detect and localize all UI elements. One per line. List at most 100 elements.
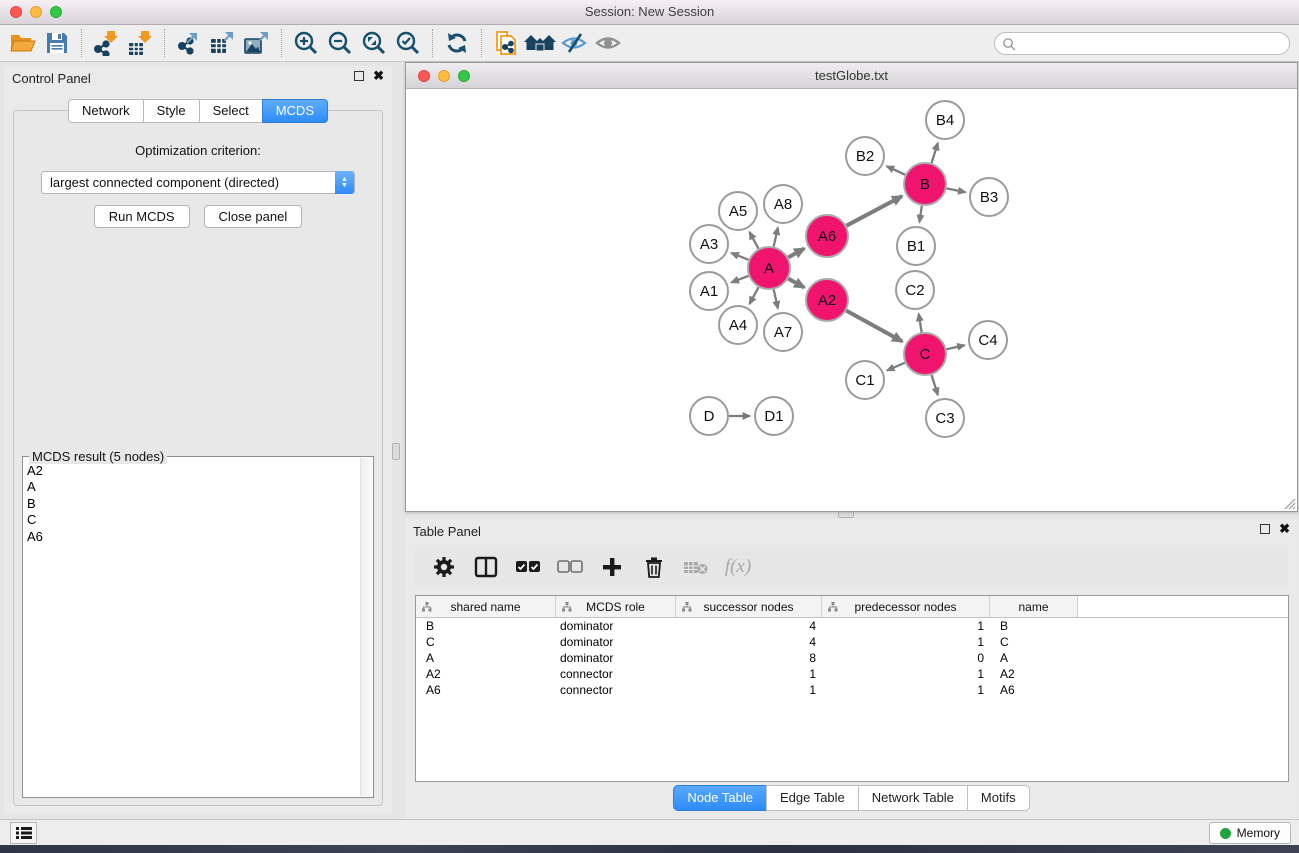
list-item[interactable]: A6 bbox=[27, 529, 359, 545]
close-panel-button[interactable]: Close panel bbox=[204, 205, 303, 228]
cell-predecessor-nodes[interactable]: 1 bbox=[822, 683, 990, 697]
graph-edge[interactable] bbox=[749, 287, 758, 304]
cell-shared-name[interactable]: B bbox=[416, 619, 556, 633]
cell-predecessor-nodes[interactable]: 1 bbox=[822, 619, 990, 633]
column-header-name[interactable]: name bbox=[990, 596, 1078, 617]
graph-node[interactable]: C1 bbox=[846, 361, 884, 399]
cell-mcds-role[interactable]: connector bbox=[556, 683, 676, 697]
graph-edge[interactable] bbox=[774, 289, 778, 308]
refresh-button[interactable] bbox=[440, 28, 474, 58]
graph-edge[interactable] bbox=[788, 279, 804, 288]
cell-name[interactable]: A6 bbox=[990, 683, 1078, 697]
graph-edge[interactable] bbox=[887, 166, 905, 175]
show-graphics-details-button[interactable] bbox=[591, 28, 625, 58]
export-table-button[interactable] bbox=[206, 28, 240, 58]
cell-predecessor-nodes[interactable]: 0 bbox=[822, 651, 990, 665]
zoom-selected-button[interactable] bbox=[391, 28, 425, 58]
search-input[interactable] bbox=[1020, 37, 1270, 51]
tab-network[interactable]: Network bbox=[68, 99, 144, 123]
graph-node[interactable]: B2 bbox=[846, 137, 884, 175]
graph-edge[interactable] bbox=[919, 206, 921, 222]
column-header-shared-name[interactable]: shared name bbox=[416, 596, 556, 617]
graph-node[interactable]: B3 bbox=[970, 178, 1008, 216]
graph-node[interactable]: A2 bbox=[806, 279, 848, 321]
graph-node[interactable]: C2 bbox=[896, 271, 934, 309]
criterion-dropdown[interactable]: largest connected component (directed) ▲… bbox=[41, 171, 355, 194]
tab-motifs[interactable]: Motifs bbox=[967, 785, 1030, 811]
close-panel-icon[interactable]: ✖ bbox=[1279, 524, 1290, 534]
graph-node[interactable]: B4 bbox=[926, 101, 964, 139]
cell-predecessor-nodes[interactable]: 1 bbox=[822, 667, 990, 681]
zoom-out-button[interactable] bbox=[323, 28, 357, 58]
cell-shared-name[interactable]: A2 bbox=[416, 667, 556, 681]
graph-edge[interactable] bbox=[846, 196, 902, 226]
graph-node[interactable]: C bbox=[904, 333, 946, 375]
list-item[interactable]: B bbox=[27, 496, 359, 512]
search-field[interactable] bbox=[994, 32, 1290, 55]
network-canvas[interactable]: B4B2BB3A5A8A6B1A3AA1C2A2A4A7C4CC1C3DD1 bbox=[406, 89, 1297, 511]
graph-node[interactable]: A5 bbox=[719, 192, 757, 230]
graph-edge[interactable] bbox=[932, 143, 938, 163]
zoom-fit-button[interactable] bbox=[357, 28, 391, 58]
cell-mcds-role[interactable]: dominator bbox=[556, 651, 676, 665]
graph-node[interactable]: D1 bbox=[755, 397, 793, 435]
cell-mcds-role[interactable]: connector bbox=[556, 667, 676, 681]
zoom-in-button[interactable] bbox=[289, 28, 323, 58]
open-session-button[interactable] bbox=[6, 28, 40, 58]
cell-name[interactable]: C bbox=[990, 635, 1078, 649]
scrollbar-track[interactable] bbox=[360, 458, 372, 796]
export-network-button[interactable] bbox=[172, 28, 206, 58]
cell-successor-nodes[interactable]: 1 bbox=[676, 683, 822, 697]
graph-node[interactable]: B1 bbox=[897, 227, 935, 265]
tab-select[interactable]: Select bbox=[199, 99, 263, 123]
cell-name[interactable]: B bbox=[990, 619, 1078, 633]
run-mcds-button[interactable]: Run MCDS bbox=[94, 205, 190, 228]
cell-name[interactable]: A bbox=[990, 651, 1078, 665]
close-panel-icon[interactable]: ✖ bbox=[373, 71, 384, 81]
tab-mcds[interactable]: MCDS bbox=[262, 99, 328, 123]
graph-node[interactable]: C3 bbox=[926, 399, 964, 437]
cell-shared-name[interactable]: A bbox=[416, 651, 556, 665]
save-session-button[interactable] bbox=[40, 28, 74, 58]
tab-edge-table[interactable]: Edge Table bbox=[766, 785, 859, 811]
graph-node[interactable]: A7 bbox=[764, 313, 802, 351]
graph-node[interactable]: A3 bbox=[690, 225, 728, 263]
mcds-result-list[interactable]: A2 A B C A6 bbox=[27, 463, 359, 795]
cell-name[interactable]: A2 bbox=[990, 667, 1078, 681]
function-builder-button[interactable]: f(x) bbox=[719, 551, 757, 583]
graph-edge[interactable] bbox=[731, 253, 748, 260]
graph-edge[interactable] bbox=[887, 363, 905, 371]
tab-style[interactable]: Style bbox=[143, 99, 200, 123]
window-resize-grip[interactable] bbox=[1282, 496, 1296, 510]
network-window-titlebar[interactable]: testGlobe.txt bbox=[406, 63, 1297, 89]
float-panel-icon[interactable] bbox=[1260, 524, 1270, 534]
clone-network-button[interactable] bbox=[489, 28, 523, 58]
tab-network-table[interactable]: Network Table bbox=[858, 785, 968, 811]
select-all-button[interactable] bbox=[509, 551, 547, 583]
graph-node[interactable]: B bbox=[904, 163, 946, 205]
graph-edge[interactable] bbox=[919, 314, 922, 333]
graph-node[interactable]: A bbox=[748, 247, 790, 289]
graph-edge[interactable] bbox=[932, 375, 938, 395]
hide-graphics-details-button[interactable] bbox=[557, 28, 591, 58]
cell-successor-nodes[interactable]: 4 bbox=[676, 619, 822, 633]
network-graph[interactable]: B4B2BB3A5A8A6B1A3AA1C2A2A4A7C4CC1C3DD1 bbox=[406, 89, 1297, 511]
show-column-button[interactable] bbox=[467, 551, 505, 583]
graph-node[interactable]: A4 bbox=[719, 306, 757, 344]
show-all-networks-button[interactable] bbox=[523, 28, 557, 58]
graph-edge[interactable] bbox=[947, 188, 966, 192]
table-settings-button[interactable] bbox=[425, 551, 463, 583]
table-row[interactable]: A6 connector 1 1 A6 bbox=[416, 682, 1288, 698]
float-panel-icon[interactable] bbox=[354, 71, 364, 81]
vertical-splitter-handle[interactable] bbox=[392, 443, 400, 460]
table-row[interactable]: A2 connector 1 1 A2 bbox=[416, 666, 1288, 682]
create-column-button[interactable] bbox=[593, 551, 631, 583]
list-item[interactable]: C bbox=[27, 512, 359, 528]
node-table[interactable]: shared name MCDS role successor nodes pr… bbox=[415, 595, 1289, 782]
cell-mcds-role[interactable]: dominator bbox=[556, 619, 676, 633]
table-row[interactable]: C dominator 4 1 C bbox=[416, 634, 1288, 650]
table-row[interactable]: A dominator 8 0 A bbox=[416, 650, 1288, 666]
import-network-button[interactable] bbox=[89, 28, 123, 58]
tab-node-table[interactable]: Node Table bbox=[673, 785, 767, 811]
deselect-all-button[interactable] bbox=[551, 551, 589, 583]
